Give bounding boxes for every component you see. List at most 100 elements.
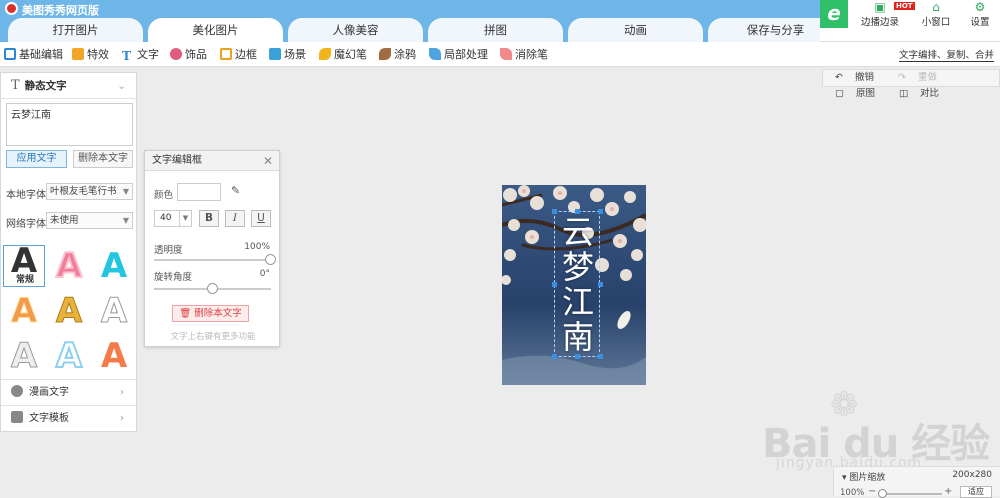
chevron-right-icon: › (120, 387, 124, 398)
tool-frame[interactable]: 边框 (220, 47, 257, 63)
tool-accessory[interactable]: 饰品 (170, 47, 207, 63)
close-icon[interactable]: ✕ (263, 151, 273, 171)
opacity-label: 透明度 (154, 245, 183, 256)
scene-icon (269, 48, 281, 60)
gear-icon: ⚙ (974, 0, 986, 14)
rotation-value: 0° (259, 269, 270, 279)
settings-button[interactable]: ⚙ 设置 (958, 0, 1000, 28)
undo-button[interactable]: ↶ 撤销 (823, 70, 886, 86)
zoom-in-icon[interactable]: + (944, 486, 952, 497)
text-style-regular[interactable]: A 常规 (3, 241, 45, 287)
delete-text-button[interactable]: 删除本文字 (73, 150, 133, 168)
text-style-cyan[interactable]: A (93, 245, 135, 287)
zoom-slider[interactable] (878, 489, 942, 498)
tab-open-image[interactable]: 打开图片 (8, 18, 143, 42)
underline-button[interactable]: U (251, 210, 271, 227)
app-logo-icon (5, 2, 18, 15)
chevron-right-icon: › (120, 413, 124, 424)
text-style-dotted[interactable]: A (3, 290, 45, 332)
compare-icon: ◫ (899, 88, 908, 99)
bold-button[interactable]: B (199, 210, 219, 227)
color-picker[interactable] (177, 183, 221, 201)
opacity-slider[interactable] (154, 254, 276, 265)
chevron-down-icon: ▼ (122, 216, 129, 225)
trash-icon: 🗑 (179, 308, 192, 319)
text-style-silver[interactable]: A (3, 335, 45, 377)
resize-handle[interactable] (598, 354, 603, 359)
text-style-gold[interactable]: A (48, 290, 90, 332)
chevron-down-icon: ▼ (179, 211, 191, 226)
text-template-row[interactable]: 文字模板 › (1, 405, 136, 431)
rotation-slider-knob[interactable] (206, 283, 218, 294)
text-icon: T (11, 78, 20, 93)
italic-button[interactable]: I (225, 210, 245, 227)
mini-window-icon: ⌂ (932, 0, 940, 14)
chevron-down-icon: ⌄ (117, 80, 126, 92)
right-click-hint: 文字上右键有更多功能 (170, 332, 256, 342)
text-style-rainbow[interactable]: A (48, 335, 90, 377)
text-edit-dialog: 文字编辑框 ✕ 颜色 ✎ 40 ▼ B I U 透明度 100% 旋转角度 0° 🗑… (144, 150, 280, 347)
function-toolbar: 基础编辑 特效 T 文字 饰品 边框 场景 魔幻笔 涂鸦 局部处理 消除笔 文字编… (0, 42, 1000, 67)
main-tabs: 打开图片 美化图片 人像美容 拼图 动画 保存与分享 (0, 18, 843, 42)
tool-magic-pen[interactable]: 魔幻笔 (319, 47, 367, 63)
record-icon: ▣ (874, 0, 886, 14)
color-label: 颜色 (154, 190, 174, 201)
pipette-icon[interactable]: ✎ (231, 184, 240, 197)
tool-basic-edit[interactable]: 基础编辑 (4, 47, 63, 63)
opacity-slider-knob[interactable] (265, 254, 276, 265)
tab-animation[interactable]: 动画 (568, 18, 703, 42)
text-style-white[interactable]: A (93, 290, 135, 332)
text-panel: T 静态文字 ⌄ 云梦江南 应用文字 删除本文字 本地字体 叶根友毛笔行书 ▼ 网络字… (0, 72, 137, 432)
static-text-header[interactable]: T 静态文字 ⌄ (1, 73, 136, 99)
font-size-select[interactable]: 40 ▼ (154, 210, 192, 227)
tool-scene[interactable]: 场景 (269, 47, 306, 63)
rotation-slider[interactable] (154, 283, 271, 294)
zoom-slider-knob[interactable] (878, 489, 887, 498)
frame-icon (220, 48, 232, 60)
text-template-icon (11, 411, 23, 423)
rotation-label: 旋转角度 (154, 272, 193, 283)
dialog-header: 文字编辑框 ✕ (145, 151, 279, 171)
doodle-icon (379, 48, 391, 60)
tool-text[interactable]: T 文字 (122, 47, 159, 63)
browser-brand-icon: e (820, 0, 848, 28)
original-button[interactable]: ▢ 原图 (823, 86, 887, 102)
resize-handle[interactable] (552, 354, 557, 359)
tool-local-process[interactable]: 局部处理 (429, 47, 488, 63)
text-input[interactable]: 云梦江南 (6, 103, 133, 146)
canvas-text-overlay[interactable]: 云梦江南 (558, 215, 598, 355)
redo-button[interactable]: ↷ 重做 (886, 70, 949, 86)
tab-beautify[interactable]: 美化图片 (148, 18, 283, 42)
text-style-gradient[interactable]: A (93, 335, 135, 377)
apply-text-button[interactable]: 应用文字 (6, 150, 67, 168)
resize-handle[interactable] (552, 209, 557, 214)
zoom-title[interactable]: ▾ 图片缩放 (842, 470, 885, 483)
resize-handle[interactable] (598, 282, 603, 287)
comic-text-row[interactable]: 漫画文字 › (1, 379, 136, 405)
web-font-select[interactable]: 未使用 ▼ (46, 212, 133, 229)
hot-badge: HOT (894, 2, 915, 10)
tab-collage[interactable]: 拼图 (428, 18, 563, 42)
basic-edit-icon (4, 48, 16, 60)
text-style-pink[interactable]: A (48, 245, 90, 287)
local-process-icon (429, 48, 441, 60)
resize-handle[interactable] (552, 282, 557, 287)
tab-portrait[interactable]: 人像美容 (288, 18, 423, 42)
web-font-label: 网络字体 (6, 219, 46, 230)
original-icon: ▢ (835, 88, 844, 99)
zoom-percent: 100% (840, 488, 865, 498)
app-title: 美图秀秀网页版 (22, 4, 99, 17)
mini-window-button[interactable]: ⌂ 小窗口 (914, 0, 958, 28)
tool-eraser-pen[interactable]: 消除笔 (500, 47, 548, 63)
local-font-select[interactable]: 叶根友毛笔行书 ▼ (46, 183, 133, 200)
text-layout-link[interactable]: 文字编排、复制、合并 (898, 47, 994, 62)
resize-handle[interactable] (598, 209, 603, 214)
history-bar: ↶ 撤销 ↷ 重做▢ 原图 ◫ 对比 (822, 69, 1000, 99)
zoom-out-icon[interactable]: − (868, 486, 876, 497)
compare-button[interactable]: ◫ 对比 (887, 86, 951, 102)
tool-doodle[interactable]: 涂鸦 (379, 47, 416, 63)
caret-down-icon: ▾ (842, 473, 847, 483)
tool-effects[interactable]: 特效 (72, 47, 109, 63)
fit-button[interactable]: 适应 (960, 486, 992, 498)
dialog-delete-text-button[interactable]: 🗑 删除本文字 (172, 305, 249, 322)
